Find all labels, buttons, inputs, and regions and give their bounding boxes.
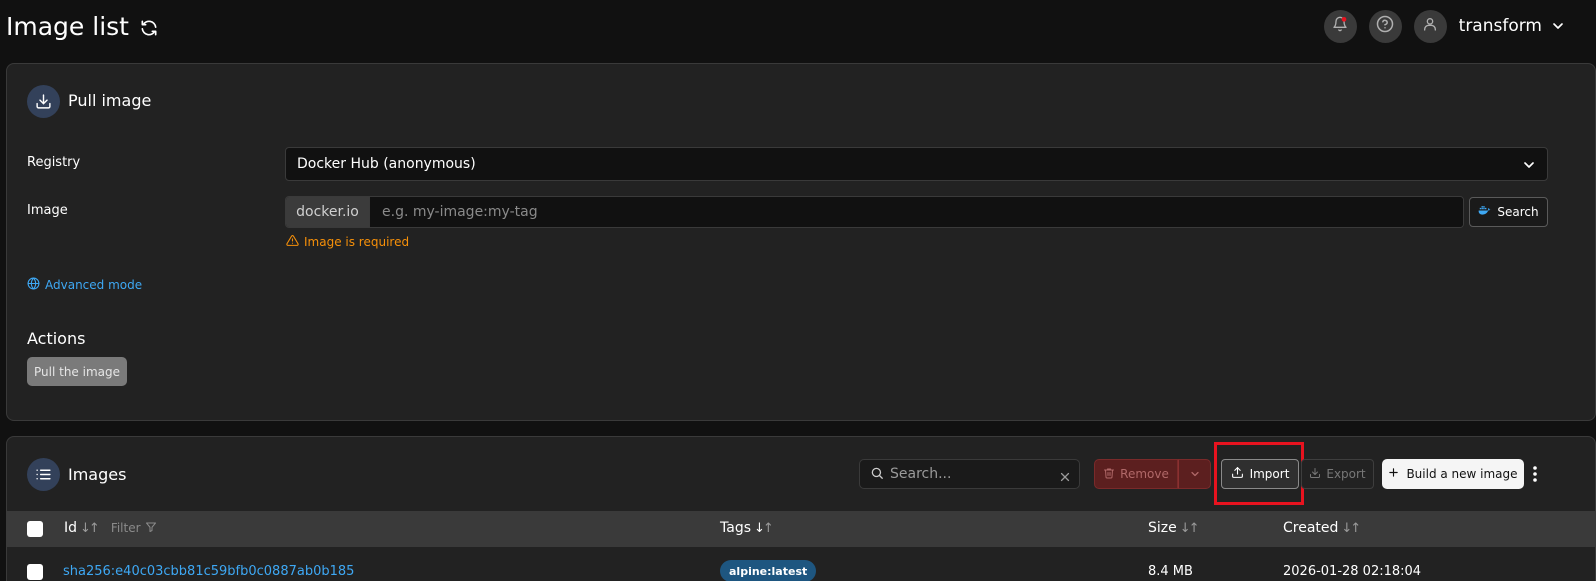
filter-label: Filter — [110, 521, 141, 535]
download-icon — [27, 85, 60, 118]
close-icon[interactable] — [1059, 468, 1071, 482]
import-label: Import — [1249, 467, 1290, 481]
docker-icon — [1478, 205, 1492, 219]
page-title-text: Image list — [6, 12, 129, 41]
column-tags-label: Tags — [720, 520, 751, 536]
user-menu[interactable]: transform — [1459, 16, 1566, 36]
pull-image-panel: Pull image Registry Docker Hub (anonymou… — [6, 63, 1596, 421]
upload-icon — [1231, 466, 1244, 482]
more-options-icon[interactable] — [1531, 465, 1539, 483]
column-created-label: Created — [1283, 520, 1339, 536]
pull-image-button[interactable]: Pull the image — [27, 357, 127, 386]
advanced-mode-link[interactable]: Advanced mode — [27, 277, 142, 293]
help-icon — [1376, 15, 1394, 37]
column-created[interactable]: Created ↓↑ — [1283, 520, 1361, 536]
remove-options-button[interactable] — [1178, 459, 1211, 489]
registry-select[interactable]: Docker Hub (anonymous) — [285, 147, 1548, 181]
image-registry-prefix: docker.io — [286, 197, 370, 227]
download-icon — [1309, 467, 1321, 482]
bell-icon — [1332, 16, 1348, 36]
image-id-link[interactable]: sha256:e40c03cbb81c59bfb0c0887ab0b185 — [63, 564, 354, 579]
column-id-label: Id — [64, 520, 78, 536]
column-size-label: Size — [1148, 520, 1177, 536]
advanced-mode-text: Advanced mode — [45, 278, 143, 292]
import-button[interactable]: Import — [1221, 459, 1299, 489]
filter-icon — [145, 521, 157, 536]
images-title: Images — [68, 465, 127, 484]
sort-icon: ↓↑ — [1341, 520, 1361, 536]
warning-icon — [286, 234, 299, 250]
image-size: 8.4 MB — [1148, 564, 1193, 579]
page-title: Image list — [6, 12, 159, 41]
list-icon — [27, 458, 60, 491]
image-error-text: Image is required — [304, 235, 410, 249]
column-size[interactable]: Size ↓↑ — [1148, 520, 1200, 536]
user-name: transform — [1458, 16, 1542, 36]
registry-label: Registry — [27, 155, 81, 170]
remove-label: Remove — [1120, 467, 1169, 481]
chevron-down-icon — [1521, 157, 1537, 173]
refresh-icon[interactable] — [139, 18, 159, 38]
sort-icon: ↓↑ — [754, 520, 774, 536]
search-icon — [870, 465, 884, 484]
build-image-button[interactable]: Build a new image — [1382, 459, 1524, 489]
pull-image-title: Pull image — [68, 91, 152, 110]
user-icon — [1422, 16, 1438, 36]
export-label: Export — [1326, 467, 1366, 481]
registry-value: Docker Hub (anonymous) — [297, 156, 476, 172]
notifications-button[interactable] — [1323, 9, 1357, 43]
image-tag-badge: alpine:latest — [720, 560, 817, 581]
export-button[interactable]: Export — [1301, 459, 1374, 489]
select-all-checkbox[interactable] — [27, 521, 43, 537]
images-search-input[interactable] — [890, 466, 1050, 482]
column-tags[interactable]: Tags ↓↑ — [720, 520, 774, 536]
chevron-down-icon — [1189, 465, 1201, 484]
topbar-actions: transform — [1323, 9, 1566, 43]
plus-icon — [1388, 467, 1399, 481]
row-checkbox[interactable] — [27, 564, 43, 580]
image-input-group: docker.io — [285, 196, 1464, 228]
image-created: 2026-01-28 02:18:04 — [1283, 564, 1422, 579]
actions-title: Actions — [27, 329, 86, 348]
user-avatar[interactable] — [1413, 9, 1447, 43]
image-error-message: Image is required — [286, 234, 409, 250]
sort-icon: ↓↑ — [80, 520, 100, 536]
table-header: Id ↓↑ Filter Tags ↓↑ Size ↓↑ Created ↓↑ — [7, 511, 1595, 547]
image-input[interactable] — [370, 197, 1463, 227]
chevron-down-icon — [1550, 18, 1566, 34]
trash-icon — [1103, 467, 1115, 482]
table-row: sha256:e40c03cbb81c59bfb0c0887ab0b185 al… — [7, 547, 1595, 581]
build-image-label: Build a new image — [1406, 467, 1518, 481]
images-panel: Images Remove — [6, 436, 1596, 581]
images-search-box — [859, 459, 1080, 489]
remove-button-group: Remove — [1094, 459, 1211, 489]
globe-icon — [27, 277, 40, 293]
sort-icon: ↓↑ — [1179, 520, 1200, 536]
column-id[interactable]: Id ↓↑ Filter — [64, 520, 157, 536]
help-button[interactable] — [1368, 9, 1402, 43]
remove-button[interactable]: Remove — [1094, 459, 1178, 489]
column-id-filter[interactable]: Filter — [111, 521, 157, 536]
search-button-label: Search — [1497, 205, 1539, 219]
docker-search-button[interactable]: Search — [1469, 197, 1548, 227]
image-label: Image — [27, 203, 68, 218]
